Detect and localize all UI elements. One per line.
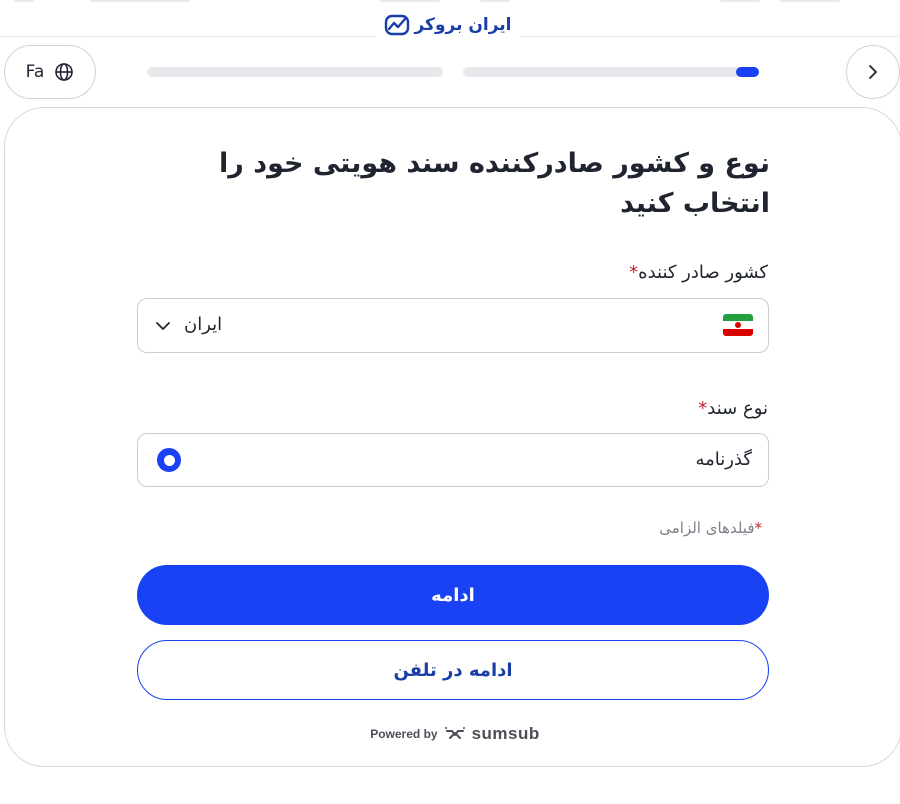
- globe-icon: [54, 62, 74, 82]
- country-label-text: کشور صادر کننده: [638, 262, 768, 283]
- brand-chart-icon: [384, 14, 410, 36]
- continue-on-phone-button[interactable]: ادامه در تلفن: [137, 640, 769, 700]
- progress-step-2-fill: [736, 67, 759, 77]
- country-select-value: ایران: [184, 314, 223, 335]
- chevron-down-icon: [153, 316, 173, 336]
- document-type-field-label: نوع سند*: [698, 398, 768, 419]
- brand-logo: ایران بروکر: [376, 10, 520, 40]
- country-select[interactable]: ایران: [137, 298, 769, 353]
- required-marker: *: [698, 398, 708, 419]
- sumsub-wordmark: sumsub: [471, 724, 540, 743]
- powered-by-footer: Powered by sumsub: [360, 722, 550, 746]
- language-label: Fa: [25, 62, 45, 82]
- page-title: نوع و کشور صادرکننده سند هویتی خود را ان…: [219, 148, 770, 219]
- progress-step-2: [463, 67, 759, 77]
- back-button[interactable]: [846, 45, 900, 99]
- brand-name: ایران بروکر: [414, 15, 512, 35]
- iran-flag-icon: [723, 314, 753, 336]
- powered-by-label: Powered by: [370, 727, 438, 741]
- radio-selected-indicator[interactable]: [157, 448, 181, 472]
- required-marker: *: [754, 519, 763, 537]
- document-type-option-label: گذرنامه: [695, 449, 753, 470]
- country-field-label: کشور صادر کننده*: [629, 262, 768, 283]
- sumsub-logo-icon: [444, 726, 466, 742]
- chevron-right-icon: [864, 63, 882, 81]
- document-type-option-passport[interactable]: گذرنامه: [137, 433, 769, 487]
- cropped-top-strip: [0, 0, 900, 8]
- continue-button[interactable]: ادامه: [137, 565, 769, 625]
- language-button[interactable]: Fa: [4, 45, 96, 99]
- required-fields-note: *فیلدهای الزامی: [659, 519, 762, 537]
- progress-step-1: [147, 67, 443, 77]
- required-marker: *: [629, 262, 639, 283]
- document-type-label-text: نوع سند: [707, 398, 768, 419]
- required-note-text: فیلدهای الزامی: [659, 519, 755, 537]
